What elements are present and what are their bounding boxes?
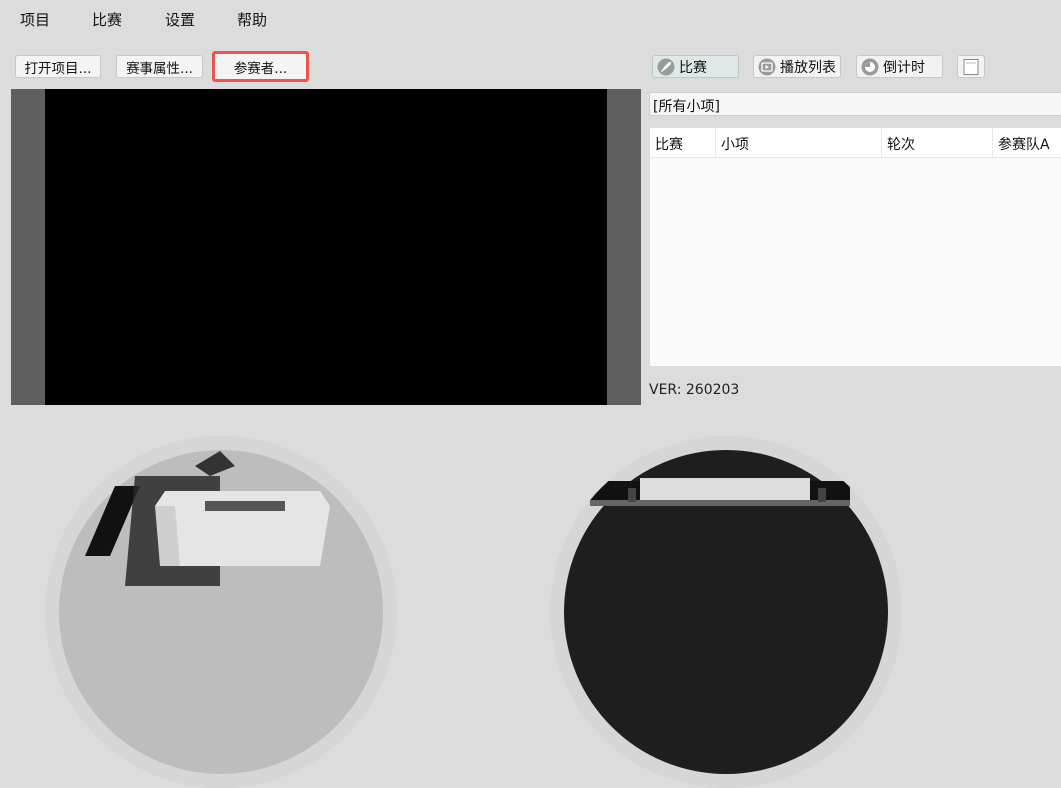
match-tab-button[interactable]: 比赛 [652,55,739,78]
event-properties-button[interactable]: 赛事属性... [116,55,203,78]
document-icon [962,58,980,76]
table-header: 比赛 小项 轮次 参赛队A [650,128,1061,158]
thumbnail-right-image [550,436,902,788]
column-header-match[interactable]: 比赛 [650,128,716,157]
column-header-team-a[interactable]: 参赛队A [993,128,1061,157]
menu-match[interactable]: 比赛 [92,9,122,30]
playlist-button[interactable]: 播放列表 [753,55,841,78]
thumbnail-right[interactable] [550,436,902,788]
open-project-button[interactable]: 打开项目... [15,55,101,78]
panel-toggle-button[interactable] [957,55,985,78]
event-filter-select[interactable]: [所有小项] [649,92,1061,116]
match-table: 比赛 小项 轮次 参赛队A [650,128,1061,366]
rocket-icon [657,58,675,76]
countdown-button[interactable]: 倒计时 [856,55,943,78]
playlist-label: 播放列表 [780,59,836,76]
thumbnail-left-image [45,436,397,788]
timer-icon [861,58,879,76]
thumbnail-left[interactable] [45,436,397,788]
countdown-label: 倒计时 [883,59,925,76]
column-header-round[interactable]: 轮次 [882,128,993,157]
playlist-icon [758,58,776,76]
participants-button[interactable]: 参赛者... [212,51,309,82]
video-canvas [45,89,607,405]
video-preview [11,89,641,405]
menu-help[interactable]: 帮助 [237,9,267,30]
menu-project[interactable]: 项目 [20,9,50,30]
match-tab-label: 比赛 [679,59,707,76]
column-header-event[interactable]: 小项 [716,128,882,157]
version-label: VER: 260203 [649,382,740,398]
menu-bar: 项目 比赛 设置 帮助 [0,0,1061,38]
menu-settings[interactable]: 设置 [165,9,195,30]
